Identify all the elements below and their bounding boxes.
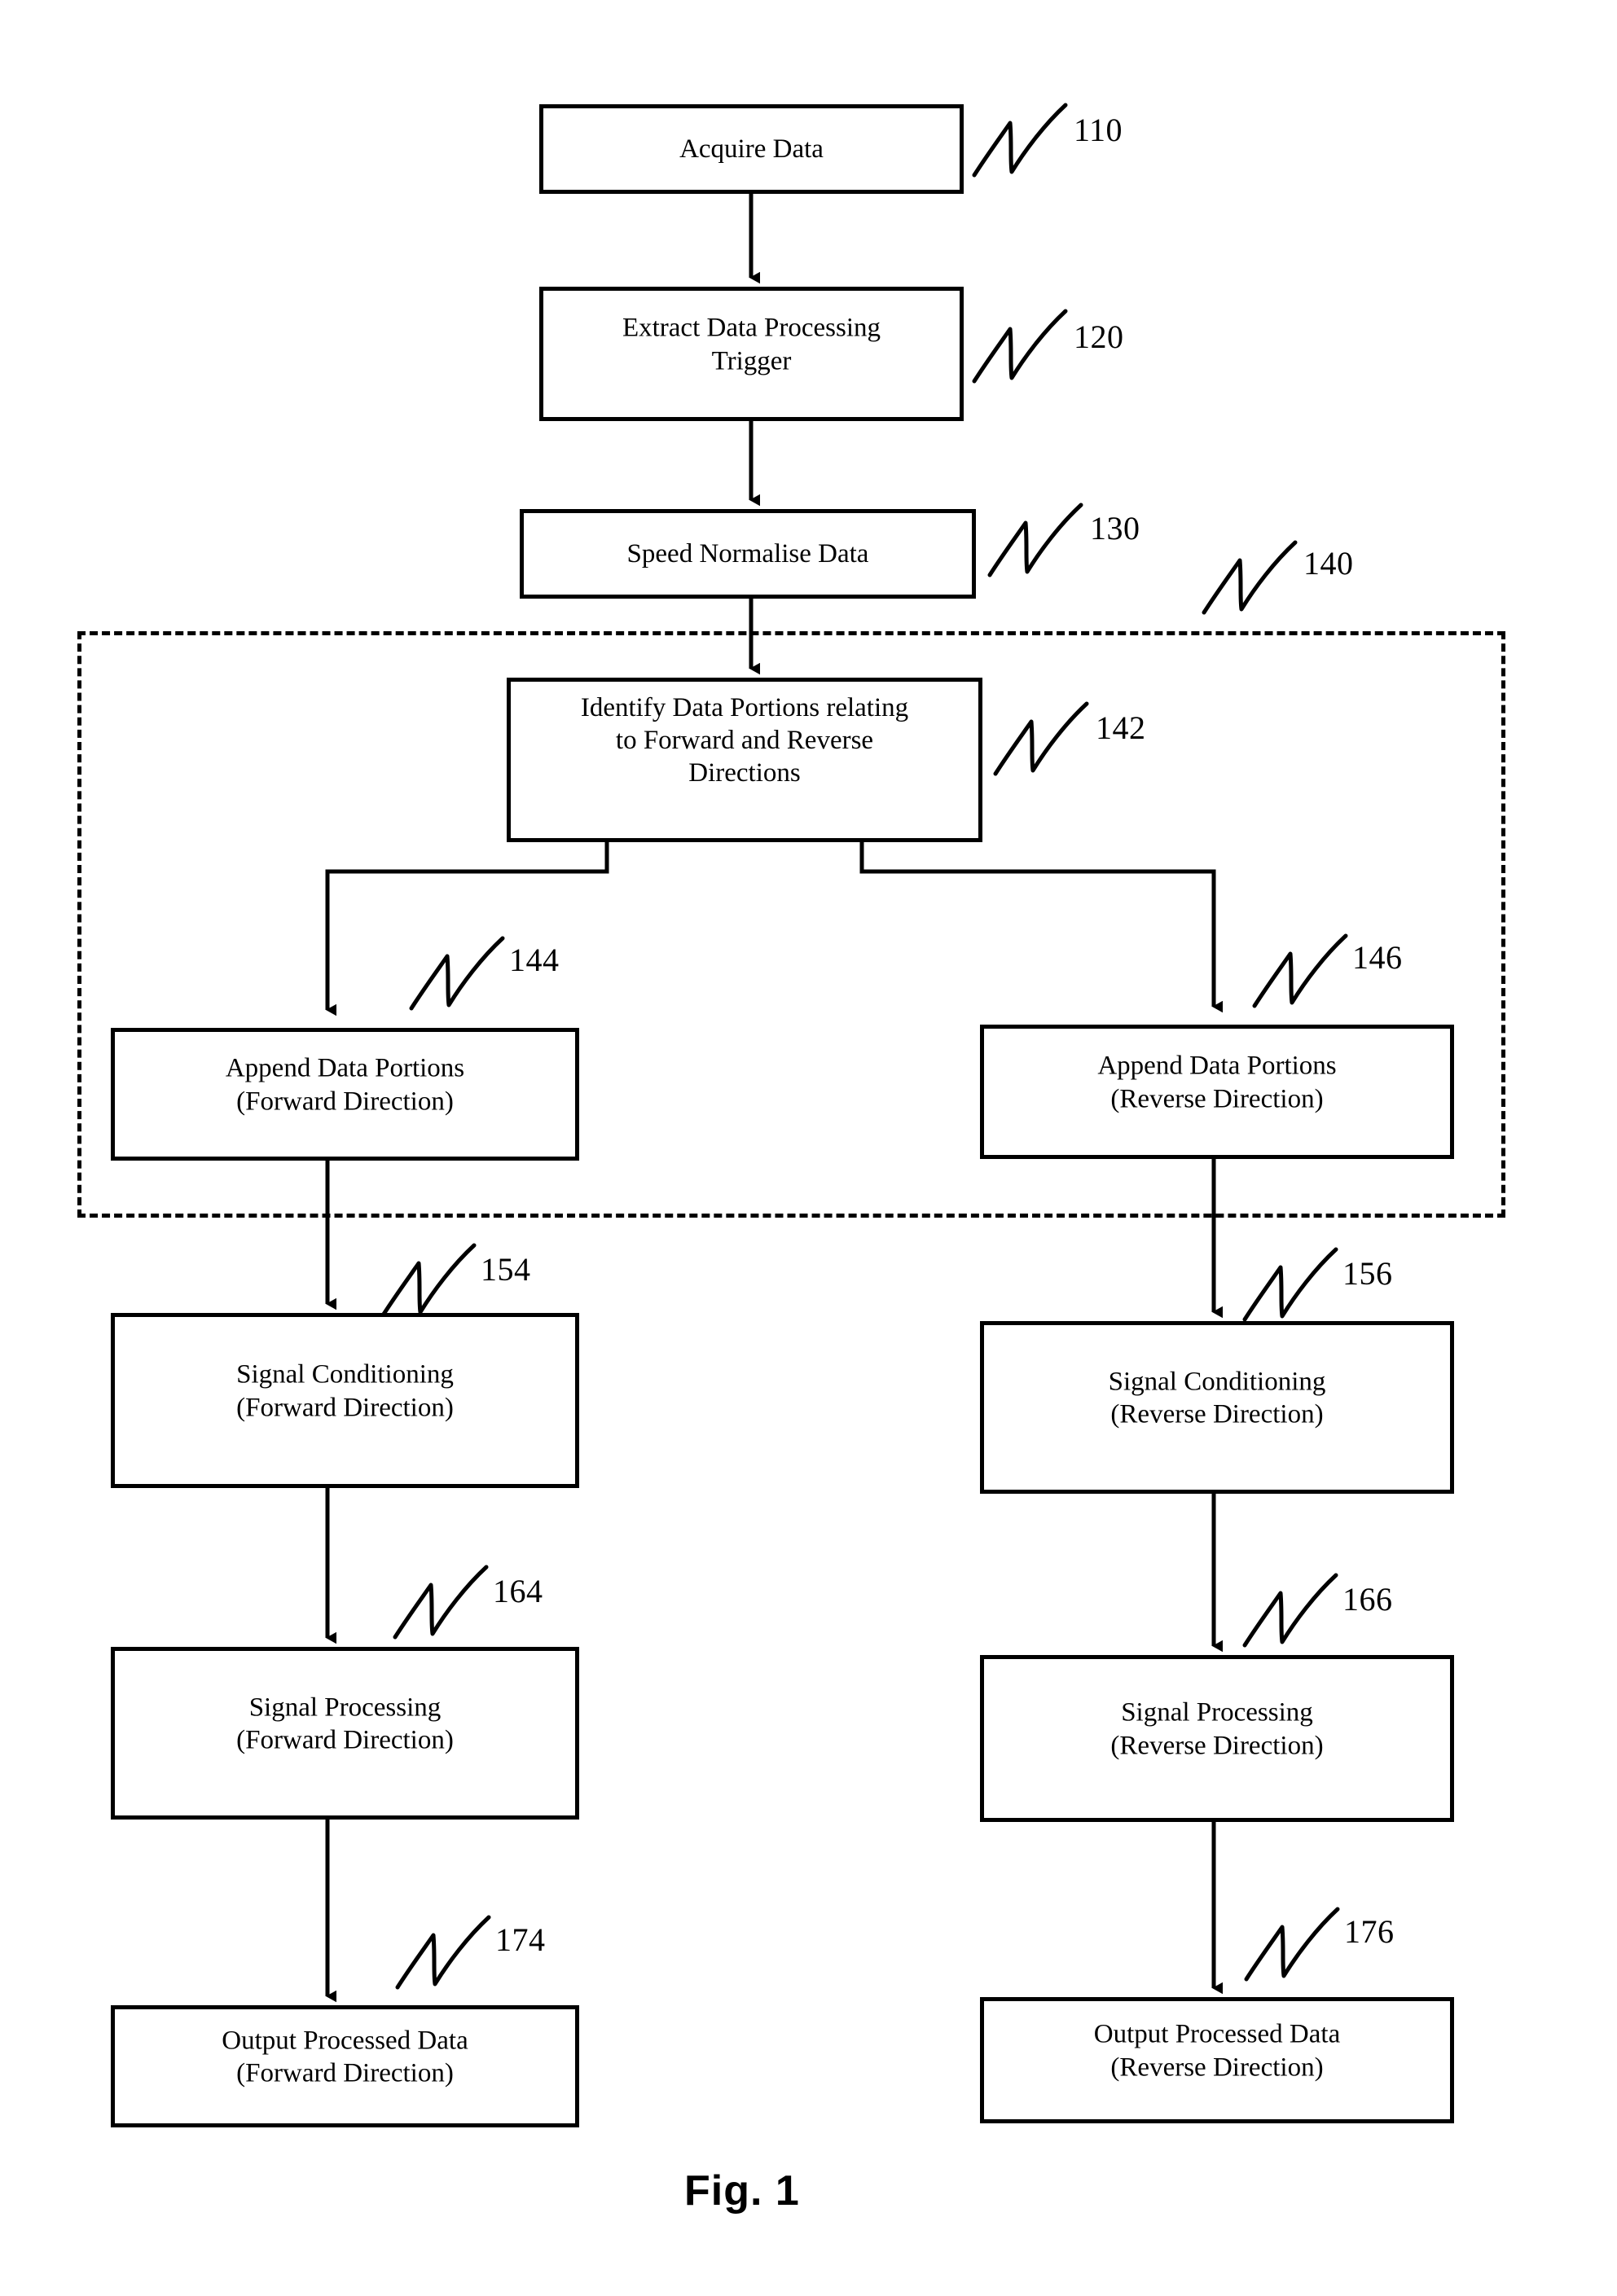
reference-numeral-144: 144	[509, 942, 560, 978]
reference-numeral-166: 166	[1342, 1581, 1393, 1618]
reference-numeral-164: 164	[493, 1573, 543, 1609]
reference-numeral-156: 156	[1342, 1255, 1393, 1292]
process-box-label: Append Data Portions (Forward Direction)	[225, 1053, 465, 1117]
process-box-142: Identify Data Portions relating to Forwa…	[507, 678, 982, 842]
process-box-label: Signal Conditioning (Forward Direction)	[236, 1359, 454, 1423]
reference-numeral-142: 142	[1096, 709, 1146, 746]
process-box-156: Signal Conditioning (Reverse Direction)	[980, 1321, 1454, 1494]
process-box-label: Signal Processing (Reverse Direction)	[1110, 1697, 1324, 1761]
figure-sheet: Acquire Data 110 Extract Data Processing T…	[0, 0, 1617, 2296]
process-box-166: Signal Processing (Reverse Direction)	[980, 1655, 1454, 1822]
process-box-label: Signal Conditioning (Reverse Direction)	[1108, 1367, 1326, 1429]
process-box-label: Acquire Data	[679, 134, 824, 164]
process-box-130: Speed Normalise Data	[520, 509, 976, 599]
process-box-label: Extract Data Processing Trigger	[622, 313, 881, 376]
reference-numeral-110: 110	[1074, 112, 1123, 148]
reference-numeral-174: 174	[495, 1921, 546, 1958]
process-box-120: Extract Data Processing Trigger	[539, 287, 964, 421]
process-box-154: Signal Conditioning (Forward Direction)	[111, 1313, 579, 1488]
process-box-label: Identify Data Portions relating to Forwa…	[580, 692, 909, 788]
reference-numeral-154: 154	[481, 1251, 531, 1288]
process-box-label: Signal Processing (Forward Direction)	[236, 1692, 454, 1755]
process-box-164: Signal Processing (Forward Direction)	[111, 1647, 579, 1820]
process-box-110: Acquire Data	[539, 104, 964, 194]
process-box-144: Append Data Portions (Forward Direction)	[111, 1028, 579, 1161]
process-box-label: Speed Normalise Data	[626, 538, 869, 569]
process-box-176: Output Processed Data (Reverse Direction…	[980, 1997, 1454, 2123]
reference-numeral-130: 130	[1090, 510, 1140, 547]
process-box-label: Output Processed Data (Reverse Direction…	[1093, 2019, 1341, 2083]
reference-numeral-146: 146	[1352, 939, 1403, 976]
figure-caption: Fig. 1	[684, 2167, 800, 2215]
process-box-label: Output Processed Data (Forward Direction…	[222, 2026, 468, 2088]
process-box-146: Append Data Portions (Reverse Direction)	[980, 1025, 1454, 1159]
process-box-174: Output Processed Data (Forward Direction…	[111, 2005, 579, 2127]
reference-numeral-120: 120	[1074, 318, 1124, 355]
reference-numeral-176: 176	[1344, 1913, 1395, 1950]
reference-numeral-140: 140	[1303, 545, 1354, 582]
process-box-label: Append Data Portions (Reverse Direction)	[1097, 1051, 1337, 1114]
